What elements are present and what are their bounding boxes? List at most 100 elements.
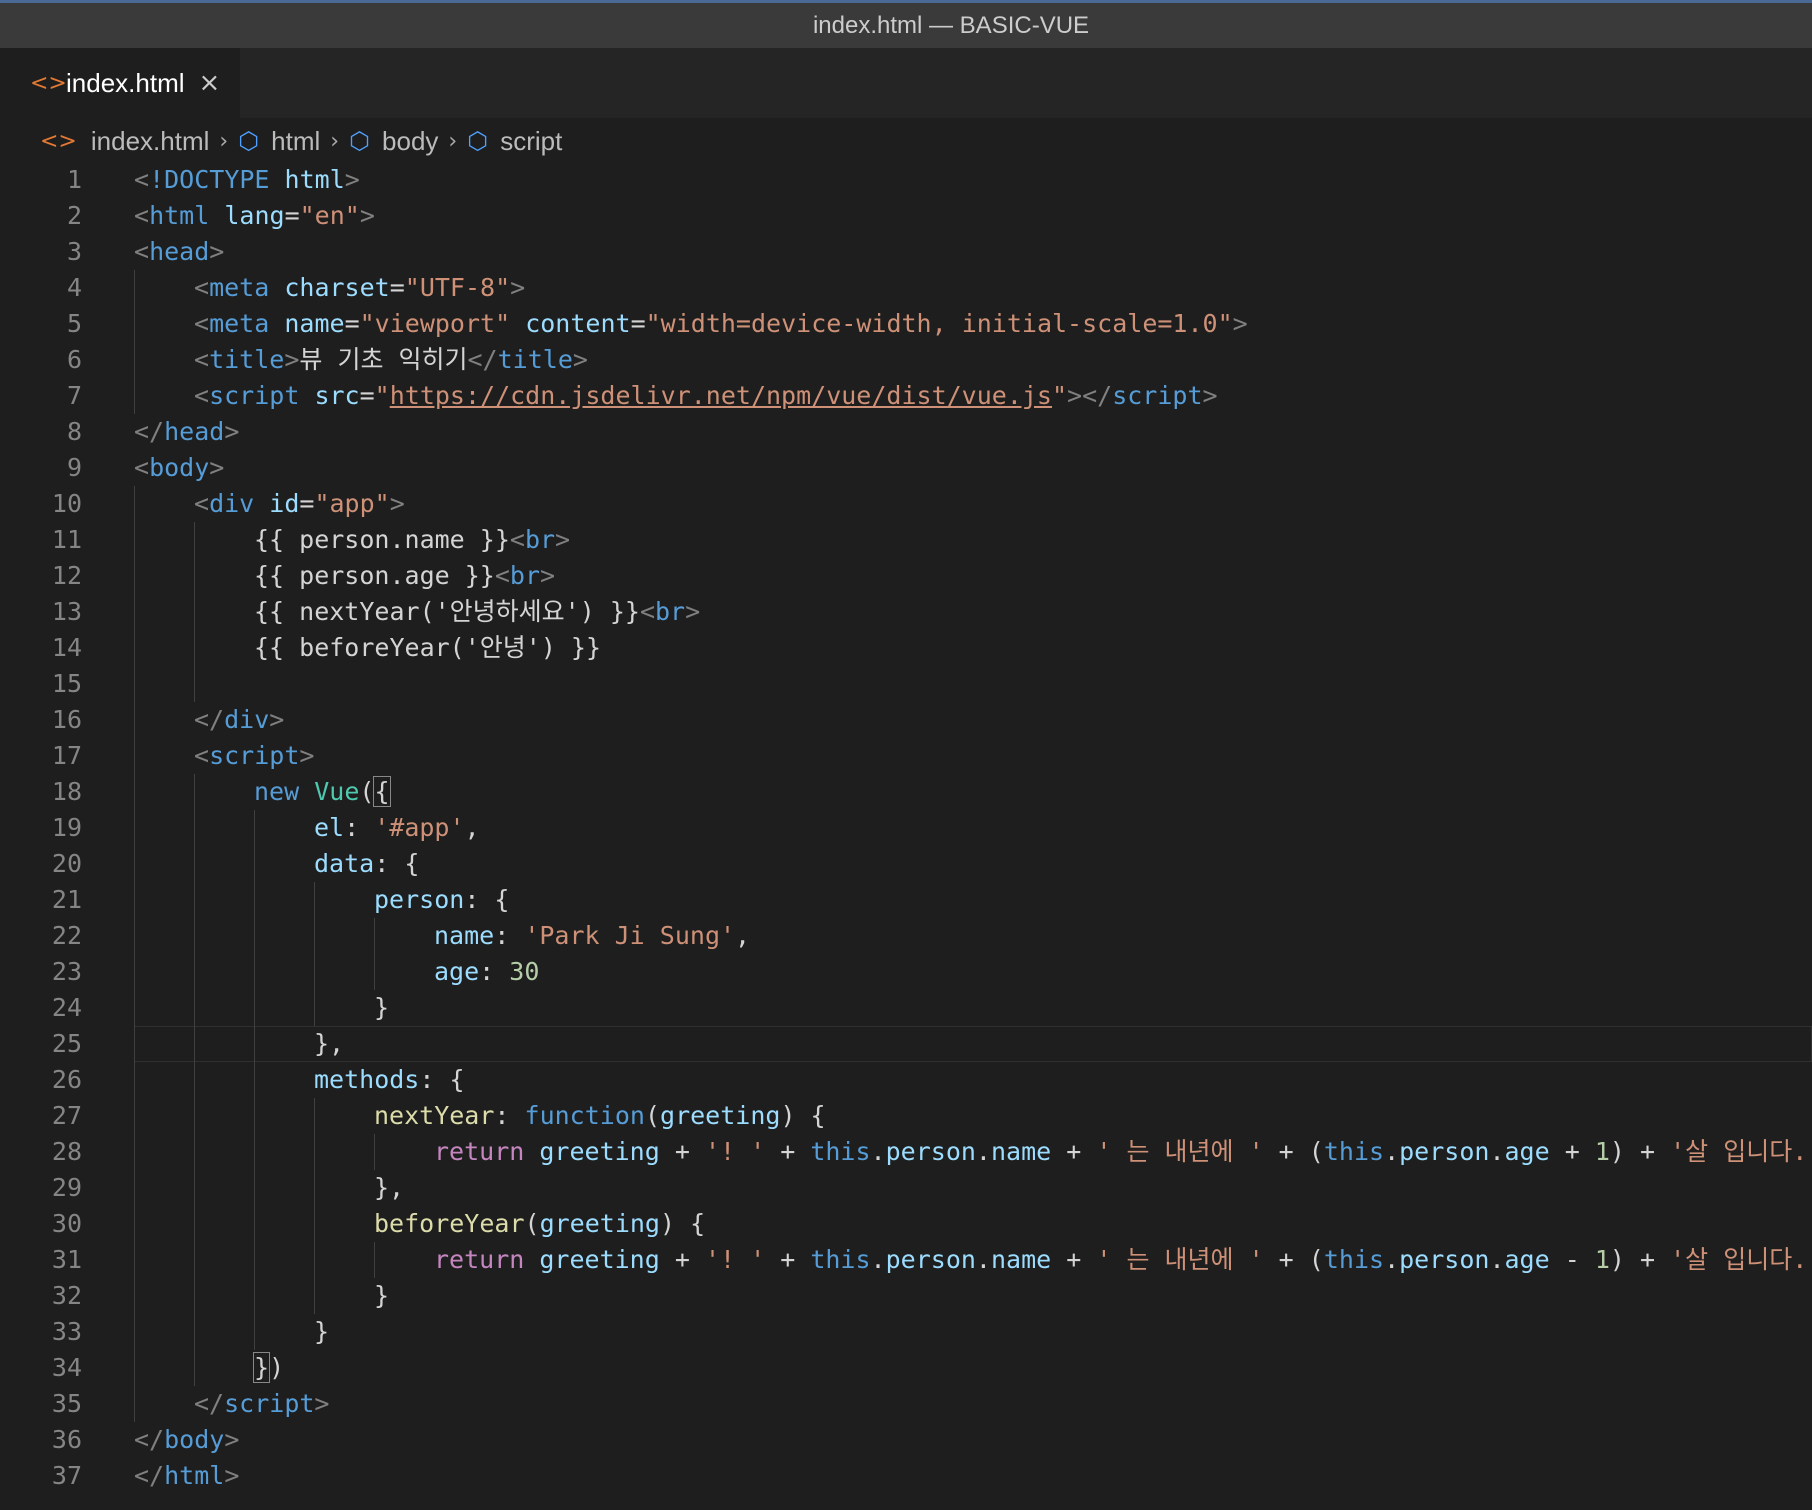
indent-guide: [374, 1134, 375, 1170]
indent-guide: [134, 1314, 135, 1350]
indent-guide: [134, 810, 135, 846]
chevron-right-icon: ›: [330, 128, 340, 154]
code-line[interactable]: 2 <html lang="en">: [0, 198, 1812, 234]
indent-guide: [134, 846, 135, 882]
code-text: }: [314, 1314, 329, 1350]
code-line[interactable]: 28 return greeting + '! ' + this.person.n…: [0, 1134, 1812, 1170]
line-number: 17: [51, 741, 82, 770]
code-line[interactable]: 27 nextYear: function(greeting) {: [0, 1098, 1812, 1134]
code-line[interactable]: 20 data: {: [0, 846, 1812, 882]
indent-guide: [134, 774, 135, 810]
tab-index-html[interactable]: <> index.html ×: [0, 48, 240, 118]
line-number: 1: [66, 165, 82, 194]
html-file-icon: <>: [40, 128, 77, 154]
code-line[interactable]: 1 <!DOCTYPE html>: [0, 162, 1812, 198]
code-token: beforeYear: [374, 1209, 525, 1238]
code-text: </body>: [134, 1422, 239, 1458]
code-token: </: [134, 1425, 165, 1454]
indent-guide: [254, 1170, 255, 1206]
code-line[interactable]: 7 <script src="https://cdn.jsdelivr.net/n…: [0, 378, 1812, 414]
close-icon[interactable]: ×: [199, 68, 221, 98]
code-token: :: [494, 921, 525, 950]
code-line[interactable]: 6 <title>뷰 기초 익히기</title>: [0, 342, 1812, 378]
code-line[interactable]: 25},: [0, 1026, 1812, 1062]
code-line[interactable]: 16 </div>: [0, 702, 1812, 738]
indent-guide: [374, 1242, 375, 1278]
breadcrumb-item-script[interactable]: ⬡ script: [467, 126, 562, 157]
code-line[interactable]: 9 <body>: [0, 450, 1812, 486]
code-editor[interactable]: 1 <!DOCTYPE html> 2 <html lang="en"> 3 <head>…: [0, 162, 1812, 1510]
code-token: </: [194, 705, 225, 734]
indent-guide: [314, 1242, 315, 1278]
code-line[interactable]: 17 <script>: [0, 738, 1812, 774]
code-line[interactable]: 34}): [0, 1350, 1812, 1386]
code-token: </: [134, 1461, 165, 1490]
line-number: 28: [51, 1137, 82, 1166]
code-token: ></: [1067, 381, 1113, 410]
code-line[interactable]: 23 age: 30: [0, 954, 1812, 990]
indent-guide: [134, 630, 135, 666]
code-line[interactable]: 22 name: 'Park Ji Sung',: [0, 918, 1812, 954]
indent-guide: [134, 954, 135, 990]
indent-guide: [134, 1026, 135, 1062]
code-token: new: [254, 777, 300, 806]
code-line[interactable]: 32}: [0, 1278, 1812, 1314]
code-line[interactable]: 33}: [0, 1314, 1812, 1350]
code-line[interactable]: 4 <meta charset="UTF-8">: [0, 270, 1812, 306]
code-token: <: [194, 381, 210, 410]
line-number: 35: [51, 1389, 82, 1418]
code-line[interactable]: 31 return greeting + '! ' + this.person.n…: [0, 1242, 1812, 1278]
code-line[interactable]: 24}: [0, 990, 1812, 1026]
code-line[interactable]: 36 </body>: [0, 1422, 1812, 1458]
code-line[interactable]: 37 </html>: [0, 1458, 1812, 1494]
code-token: 1: [1594, 1245, 1610, 1274]
code-line[interactable]: 12 {{ person.age }}<br>: [0, 558, 1812, 594]
code-line[interactable]: 26 methods: {: [0, 1062, 1812, 1098]
breadcrumb-item-body[interactable]: ⬡ body: [349, 126, 438, 157]
code-text: </head>: [134, 414, 239, 450]
code-token: >: [269, 705, 285, 734]
code-token: meta: [209, 309, 270, 338]
code-token: charset: [284, 273, 390, 302]
indent-guide: [194, 1026, 195, 1062]
code-text: age: 30: [434, 954, 539, 990]
breadcrumb-file[interactable]: <> index.html: [40, 126, 209, 157]
code-line[interactable]: 18 new Vue({: [0, 774, 1812, 810]
code-token: +: [765, 1245, 811, 1274]
code-line[interactable]: 19 el: '#app',: [0, 810, 1812, 846]
code-token: 30: [509, 957, 540, 986]
breadcrumb-item-html[interactable]: ⬡ html: [238, 126, 320, 157]
code-token: el: [314, 813, 345, 842]
code-token: Vue: [314, 777, 360, 806]
code-token: html: [149, 201, 210, 230]
code-token: ) +: [1609, 1245, 1671, 1274]
indent-guide: [314, 990, 315, 1026]
code-token: this: [810, 1137, 871, 1166]
code-line[interactable]: 3 <head>: [0, 234, 1812, 270]
code-line[interactable]: 14 {{ beforeYear('안녕') }}: [0, 630, 1812, 666]
line-number: 4: [66, 273, 82, 302]
code-line[interactable]: 8 </head>: [0, 414, 1812, 450]
code-token: :: [344, 813, 375, 842]
code-token: .: [1489, 1137, 1505, 1166]
code-token: }: [374, 993, 390, 1022]
code-token: =: [299, 489, 315, 518]
code-line[interactable]: 35 </script>: [0, 1386, 1812, 1422]
code-line[interactable]: 13 {{ nextYear('안녕하세요') }}<br>: [0, 594, 1812, 630]
code-line[interactable]: 10 <div id="app">: [0, 486, 1812, 522]
code-line[interactable]: 5 <meta name="viewport" content="width=de…: [0, 306, 1812, 342]
code-line[interactable]: 29},: [0, 1170, 1812, 1206]
code-text: </script>: [194, 1386, 329, 1422]
indent-guide: [314, 1170, 315, 1206]
code-line[interactable]: 11 {{ person.name }}<br>: [0, 522, 1812, 558]
indent-guide: [314, 918, 315, 954]
code-line[interactable]: 30 beforeYear(greeting) {: [0, 1206, 1812, 1242]
code-text: data: {: [314, 846, 419, 882]
code-token: {{ nextYear('안녕하세요') }}: [254, 597, 640, 626]
code-line[interactable]: 21 person: {: [0, 882, 1812, 918]
code-text: {{ person.age }}<br>: [254, 558, 555, 594]
code-token: {: [373, 776, 391, 807]
line-number: 2: [66, 201, 82, 230]
line-number: 12: [51, 561, 82, 590]
code-line[interactable]: 15: [0, 666, 1812, 702]
